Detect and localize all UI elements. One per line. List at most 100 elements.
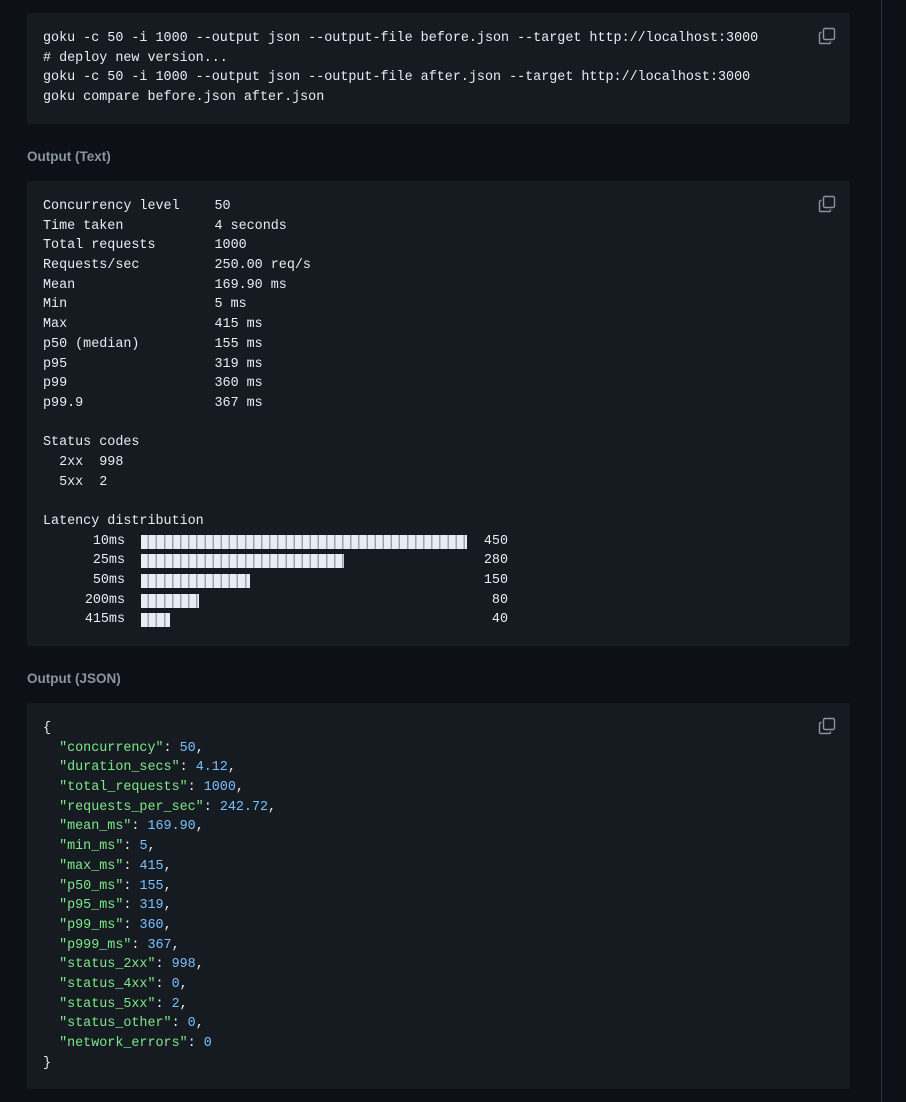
json-value: 5 — [139, 839, 148, 855]
latency-count: 40 — [491, 612, 508, 628]
stat-key: Requests/sec — [43, 258, 140, 274]
json-value: 367 — [147, 937, 172, 953]
stat-row: p99 360 ms — [43, 374, 834, 394]
json-key: "p99_ms" — [59, 917, 124, 933]
json-key: "network_errors" — [59, 1036, 188, 1051]
copy-json-output-button[interactable] — [818, 717, 836, 735]
json-value: 998 — [171, 957, 196, 973]
latency-count: 150 — [483, 573, 508, 589]
json-value: 1000 — [203, 780, 236, 796]
json-key: "min_ms" — [59, 839, 124, 855]
json-output-code-block: { "concurrency": 50, "duration_secs": 4.… — [27, 703, 850, 1089]
stat-value: 169.90 ms — [214, 277, 287, 293]
stat-row: p99.9 367 ms — [43, 394, 834, 414]
json-field-row: "status_2xx": 998, — [59, 957, 204, 973]
stat-value: 415 ms — [214, 317, 263, 333]
stat-value: 155 ms — [214, 336, 263, 352]
stat-value: 1000 — [214, 238, 247, 254]
latency-bar — [141, 554, 344, 569]
json-value: 155 — [139, 878, 164, 894]
stat-row: p50 (median) 155 ms — [43, 335, 834, 355]
copy-commands-button[interactable] — [818, 27, 836, 45]
json-key: "status_4xx" — [59, 976, 156, 992]
text-output-code[interactable]: Concurrency level 50 Time taken 4 seconds To… — [43, 197, 834, 630]
status-count: 998 — [99, 454, 124, 470]
json-value: 242.72 — [219, 799, 269, 815]
json-field-row: "status_4xx": 0, — [59, 976, 188, 992]
stat-key: Min — [43, 297, 68, 313]
json-value: 360 — [139, 917, 164, 933]
stat-row: Min 5 ms — [43, 295, 834, 315]
json-value: 0 — [187, 1016, 196, 1032]
latency-row: 415ms 40 — [43, 610, 834, 630]
json-key: "p95_ms" — [59, 898, 124, 914]
commands-code[interactable]: goku -c 50 -i 1000 --output json --outpu… — [43, 29, 834, 108]
stat-key: p95 — [43, 356, 68, 372]
stat-value: 250.00 req/s — [214, 258, 311, 274]
json-key: "requests_per_sec" — [59, 799, 204, 815]
json-field-row: "network_errors": 0 — [59, 1036, 212, 1051]
status-codes-list: 2xx 998 5xx 2 — [43, 453, 834, 492]
json-key: "duration_secs" — [59, 760, 180, 776]
json-field-row: "requests_per_sec": 242.72, — [59, 799, 277, 815]
json-key: "mean_ms" — [59, 819, 132, 835]
copy-text-output-button[interactable] — [818, 195, 836, 213]
command-line-4: goku compare before.json after.json — [43, 90, 325, 106]
stat-key: p50 (median) — [43, 336, 140, 352]
json-field-row: "p50_ms": 155, — [59, 878, 172, 894]
json-open-brace: { — [43, 721, 52, 736]
stat-row: Mean 169.90 ms — [43, 276, 834, 296]
stat-key: Max — [43, 317, 68, 333]
json-field-row: "duration_secs": 4.12, — [59, 760, 236, 776]
latency-bucket-label: 10ms — [92, 533, 125, 549]
output-json-heading: Output (JSON) — [27, 671, 121, 686]
stat-value: 367 ms — [214, 395, 263, 411]
latency-bar — [141, 613, 170, 628]
stat-key: Total requests — [43, 238, 156, 254]
latency-heading: Latency distribution — [43, 514, 204, 529]
stat-key: Mean — [43, 277, 76, 293]
json-key: "status_other" — [59, 1016, 172, 1032]
latency-row: 50ms 150 — [43, 571, 834, 591]
command-line-2: # deploy new version... — [43, 50, 228, 66]
json-value: 0 — [171, 976, 180, 992]
stat-value: 360 ms — [214, 376, 263, 392]
json-value: 2 — [171, 996, 180, 1012]
json-field-row: "total_requests": 1000, — [59, 780, 244, 796]
json-field-row: "p99_ms": 360, — [59, 917, 172, 933]
status-code-row: 2xx 998 — [43, 453, 834, 473]
json-value: 50 — [179, 740, 196, 756]
command-line-1: goku -c 50 -i 1000 --output json --outpu… — [43, 31, 759, 46]
status-code: 2xx — [59, 454, 84, 470]
status-code-row: 5xx 2 — [43, 473, 834, 493]
json-key: "status_5xx" — [59, 996, 156, 1012]
latency-bar — [141, 593, 199, 608]
json-field-row: "p95_ms": 319, — [59, 898, 172, 914]
latency-row: 200ms 80 — [43, 591, 834, 611]
json-field-row: "max_ms": 415, — [59, 858, 172, 874]
json-close-brace: } — [43, 1055, 52, 1071]
json-value: 0 — [203, 1036, 212, 1051]
stat-value: 50 — [214, 199, 231, 214]
stat-row: Time taken 4 seconds — [43, 217, 834, 237]
json-field-row: "min_ms": 5, — [59, 839, 156, 855]
json-field-row: "p999_ms": 367, — [59, 937, 180, 953]
stat-key: Time taken — [43, 218, 124, 234]
command-line-3: goku -c 50 -i 1000 --output json --outpu… — [43, 70, 751, 86]
output-text-heading: Output (Text) — [27, 149, 111, 164]
latency-count: 450 — [483, 533, 508, 549]
json-value: 4.12 — [195, 760, 228, 776]
latency-bucket-label: 25ms — [92, 553, 125, 569]
copy-icon — [818, 195, 836, 213]
latency-bar — [141, 534, 467, 549]
stat-row: p95 319 ms — [43, 355, 834, 375]
json-field-row: "concurrency": 50, — [59, 740, 204, 756]
json-output-code[interactable]: { "concurrency": 50, "duration_secs": 4.… — [43, 719, 834, 1073]
stat-key: p99.9 — [43, 395, 84, 411]
latency-histogram: 10ms 450 25ms 280 50ms 150 200ms 80 415ms 40 — [43, 532, 834, 630]
latency-row: 25ms 280 — [43, 551, 834, 571]
latency-bar — [141, 574, 250, 589]
json-field-row: "mean_ms": 169.90, — [59, 819, 204, 835]
json-key: "max_ms" — [59, 858, 124, 874]
status-code: 5xx — [59, 474, 84, 490]
